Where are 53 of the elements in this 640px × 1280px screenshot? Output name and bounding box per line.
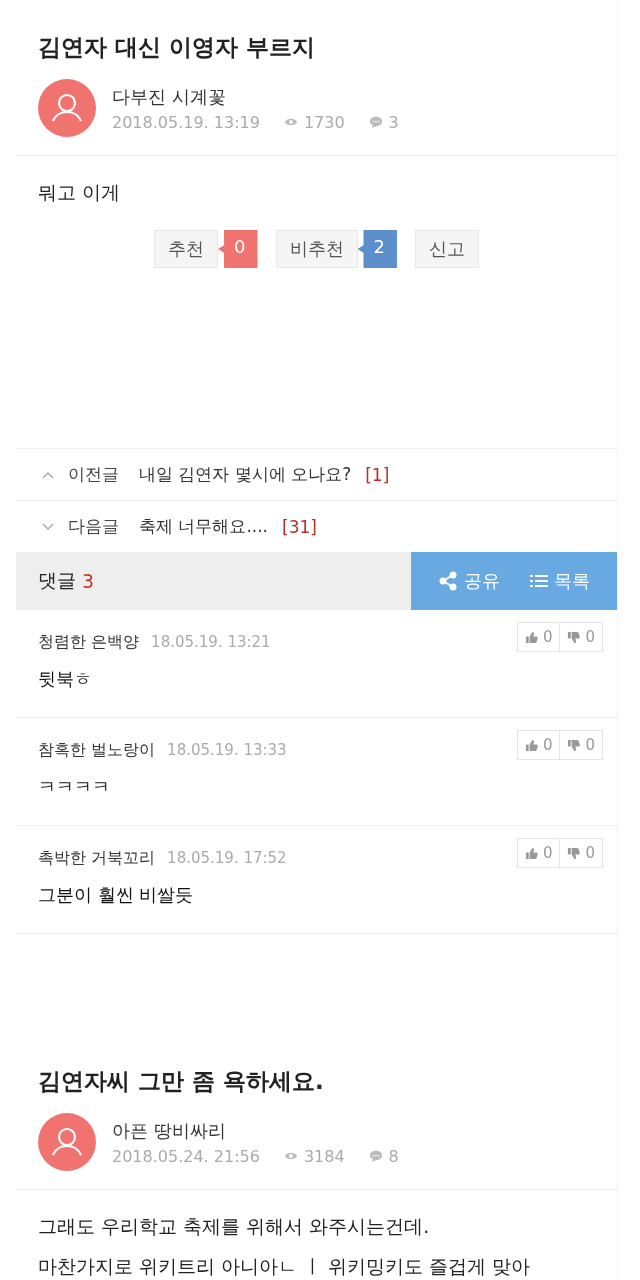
nav-comment-count: [31] <box>282 516 317 537</box>
thumbs-up-icon <box>524 738 538 752</box>
comment-date: 18.05.19. 13:33 <box>167 741 287 759</box>
eye-icon <box>283 116 298 128</box>
share-icon <box>438 571 459 591</box>
share-button[interactable]: 공유 <box>436 565 503 597</box>
nav-label: 다음글 <box>68 515 119 538</box>
view-count: 3184 <box>303 1146 345 1166</box>
comment-count: 8 <box>388 1146 399 1166</box>
comments-label: 댓글 <box>38 568 76 593</box>
thumbs-down-icon <box>567 846 581 860</box>
comment-author: 참혹한 벌노랑이 <box>38 740 156 761</box>
comments-count: 3 <box>82 570 95 592</box>
comment-text: ㅋㅋㅋㅋ <box>38 775 111 799</box>
author-name: 아픈 땅비싸리 <box>112 1118 227 1143</box>
thumbs-up-icon <box>524 846 538 860</box>
avatar-icon <box>38 1113 96 1171</box>
comment-text: 뒷북ㅎ <box>38 667 93 691</box>
post-title: 김연자 대신 이영자 부르지 <box>38 33 317 62</box>
list-button[interactable]: 목록 <box>527 565 592 597</box>
post-title: 김연자씨 그만 좀 욕하세요. <box>38 1067 325 1096</box>
avatar-icon <box>38 79 96 137</box>
post-text: 그래도 우리학교 축제를 위해서 와주시는건데. <box>38 1214 431 1239</box>
vote-button[interactable]: 추천 <box>154 230 219 268</box>
list-icon <box>529 574 548 588</box>
chevron-up-icon <box>42 470 54 479</box>
comment-text: 그분이 훨씬 비쌀듯 <box>38 883 195 907</box>
comment-author: 청렴한 은백양 <box>38 632 140 653</box>
view-count: 1730 <box>303 112 345 132</box>
eye-icon <box>283 1150 298 1162</box>
speech-bubble-icon <box>368 116 383 128</box>
nav-post-link[interactable]: 축제 너무해요.... <box>139 515 269 538</box>
vote-count: 2 <box>357 230 397 268</box>
chevron-down-icon <box>42 522 54 531</box>
nav-post-link[interactable]: 내일 김연자 몇시에 오나요? <box>139 463 352 486</box>
vote-count: 0 <box>218 230 258 268</box>
author-name: 다부진 시계꽃 <box>112 84 227 109</box>
nav-comment-count: [1] <box>365 464 390 485</box>
post-text: 마찬가지로 위키트리 아니아ㄴ ㅣ 위키밍키도 즐겁게 맞아 <box>38 1254 532 1279</box>
thumbs-up-icon <box>524 630 538 644</box>
thumbs-down-icon <box>567 738 581 752</box>
comment-count: 3 <box>388 112 399 132</box>
vote-button[interactable]: 비추천 <box>275 230 358 268</box>
comment-author: 촉박한 거북꼬리 <box>38 848 156 869</box>
post-text: 뭐고 이게 <box>38 180 122 205</box>
thumbs-down-icon <box>567 630 581 644</box>
comment-date: 18.05.19. 13:21 <box>151 633 271 651</box>
nav-label: 이전글 <box>68 463 119 486</box>
comment-date: 18.05.19. 17:52 <box>167 849 287 867</box>
report-button[interactable]: 신고 <box>414 230 479 268</box>
post-date: 2018.05.24. 21:56 <box>112 1146 260 1166</box>
post-date: 2018.05.19. 13:19 <box>112 112 260 132</box>
speech-bubble-icon <box>368 1150 383 1162</box>
